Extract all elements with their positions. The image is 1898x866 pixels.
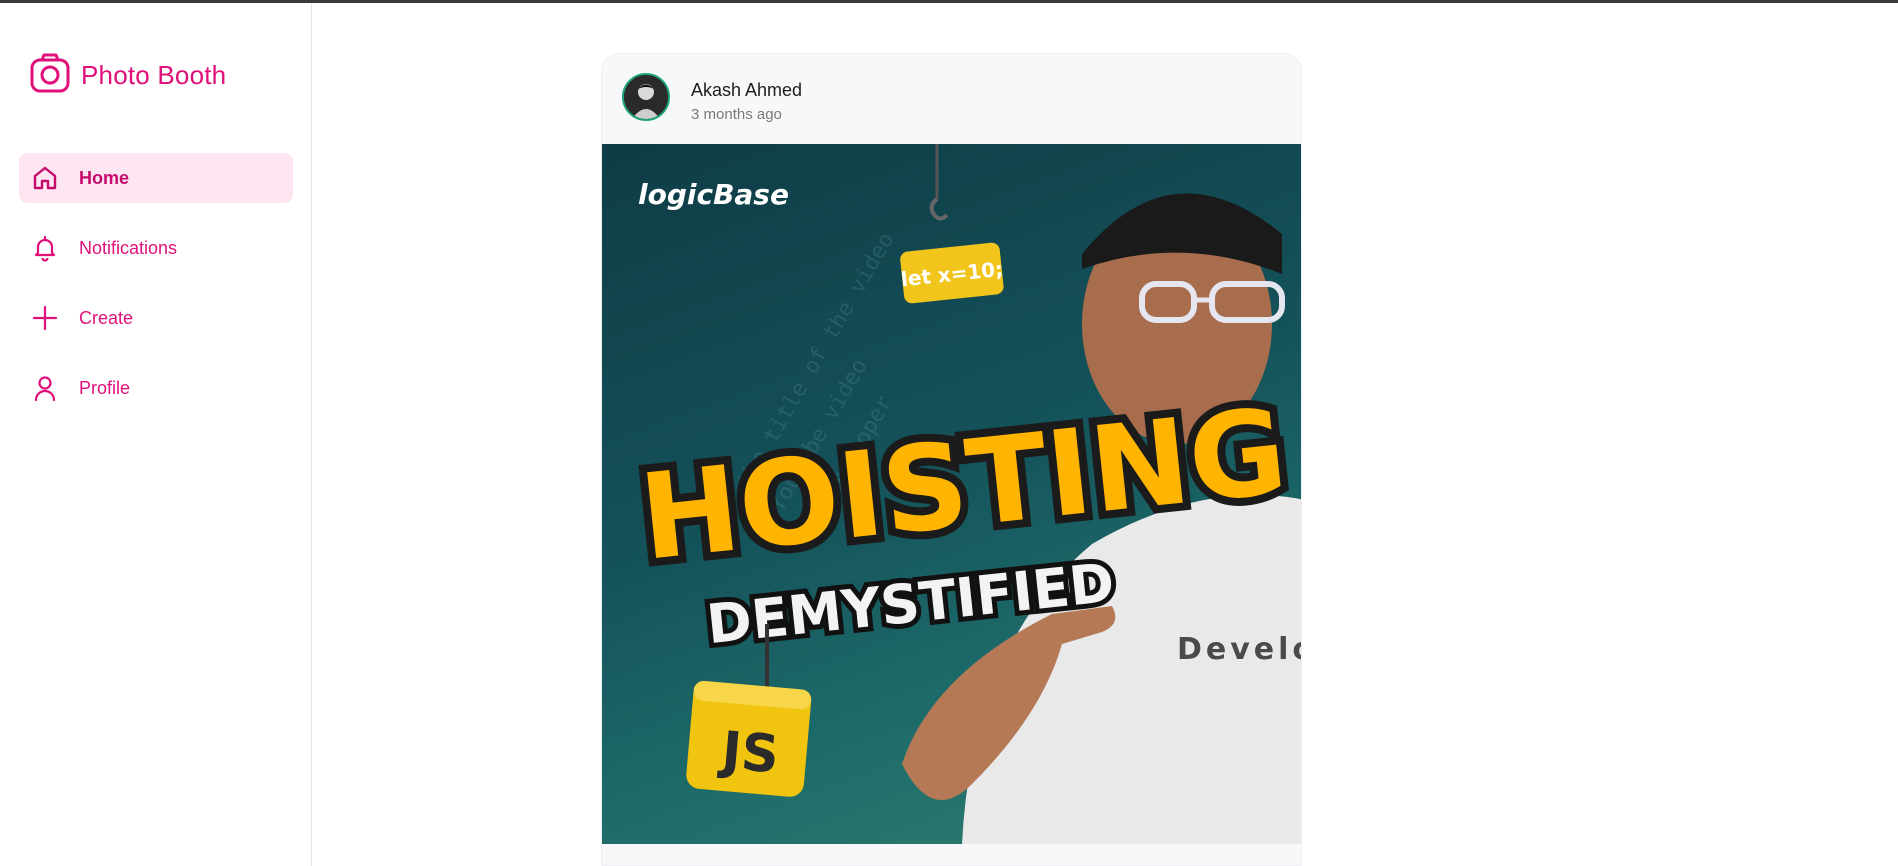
avatar[interactable] <box>622 73 670 121</box>
camera-icon <box>29 52 71 99</box>
nav-item-notifications[interactable]: Notifications <box>19 223 293 273</box>
nav-item-create[interactable]: Create <box>19 293 293 343</box>
nav-label-notifications: Notifications <box>79 237 178 258</box>
nav-label-home: Home <box>79 167 130 188</box>
plus-icon <box>30 303 60 333</box>
brand-name: Photo Booth <box>81 59 227 90</box>
post-footer <box>602 844 1301 865</box>
brand-watermark: logicBase <box>638 178 789 211</box>
brand-logo[interactable]: Photo Booth <box>29 53 226 97</box>
post-author[interactable]: Akash Ahmed <box>691 80 802 101</box>
shirt-text: Develop <box>1177 632 1302 667</box>
post-header: Akash Ahmed 3 months ago <box>602 54 1301 144</box>
post-image[interactable]: the title of the video myYoutube video d… <box>602 144 1302 844</box>
nav-label-create: Create <box>79 307 134 328</box>
post-card: Akash Ahmed 3 months ago the title of th… <box>601 53 1302 866</box>
home-icon <box>30 163 60 193</box>
thumbnail-artwork: the title of the video myYoutube video d… <box>626 144 1302 844</box>
js-badge-text: JS <box>716 721 781 786</box>
bell-icon <box>30 233 60 263</box>
nav-label-profile: Profile <box>79 377 131 398</box>
nav-item-profile[interactable]: Profile <box>19 363 293 413</box>
sidebar: Photo Booth Home Notifications Create Pr… <box>0 3 312 866</box>
post-timestamp: 3 months ago <box>691 106 782 123</box>
nav-item-home[interactable]: Home <box>19 153 293 203</box>
user-icon <box>30 373 60 403</box>
main-nav: Home Notifications Create Profile <box>19 153 293 433</box>
